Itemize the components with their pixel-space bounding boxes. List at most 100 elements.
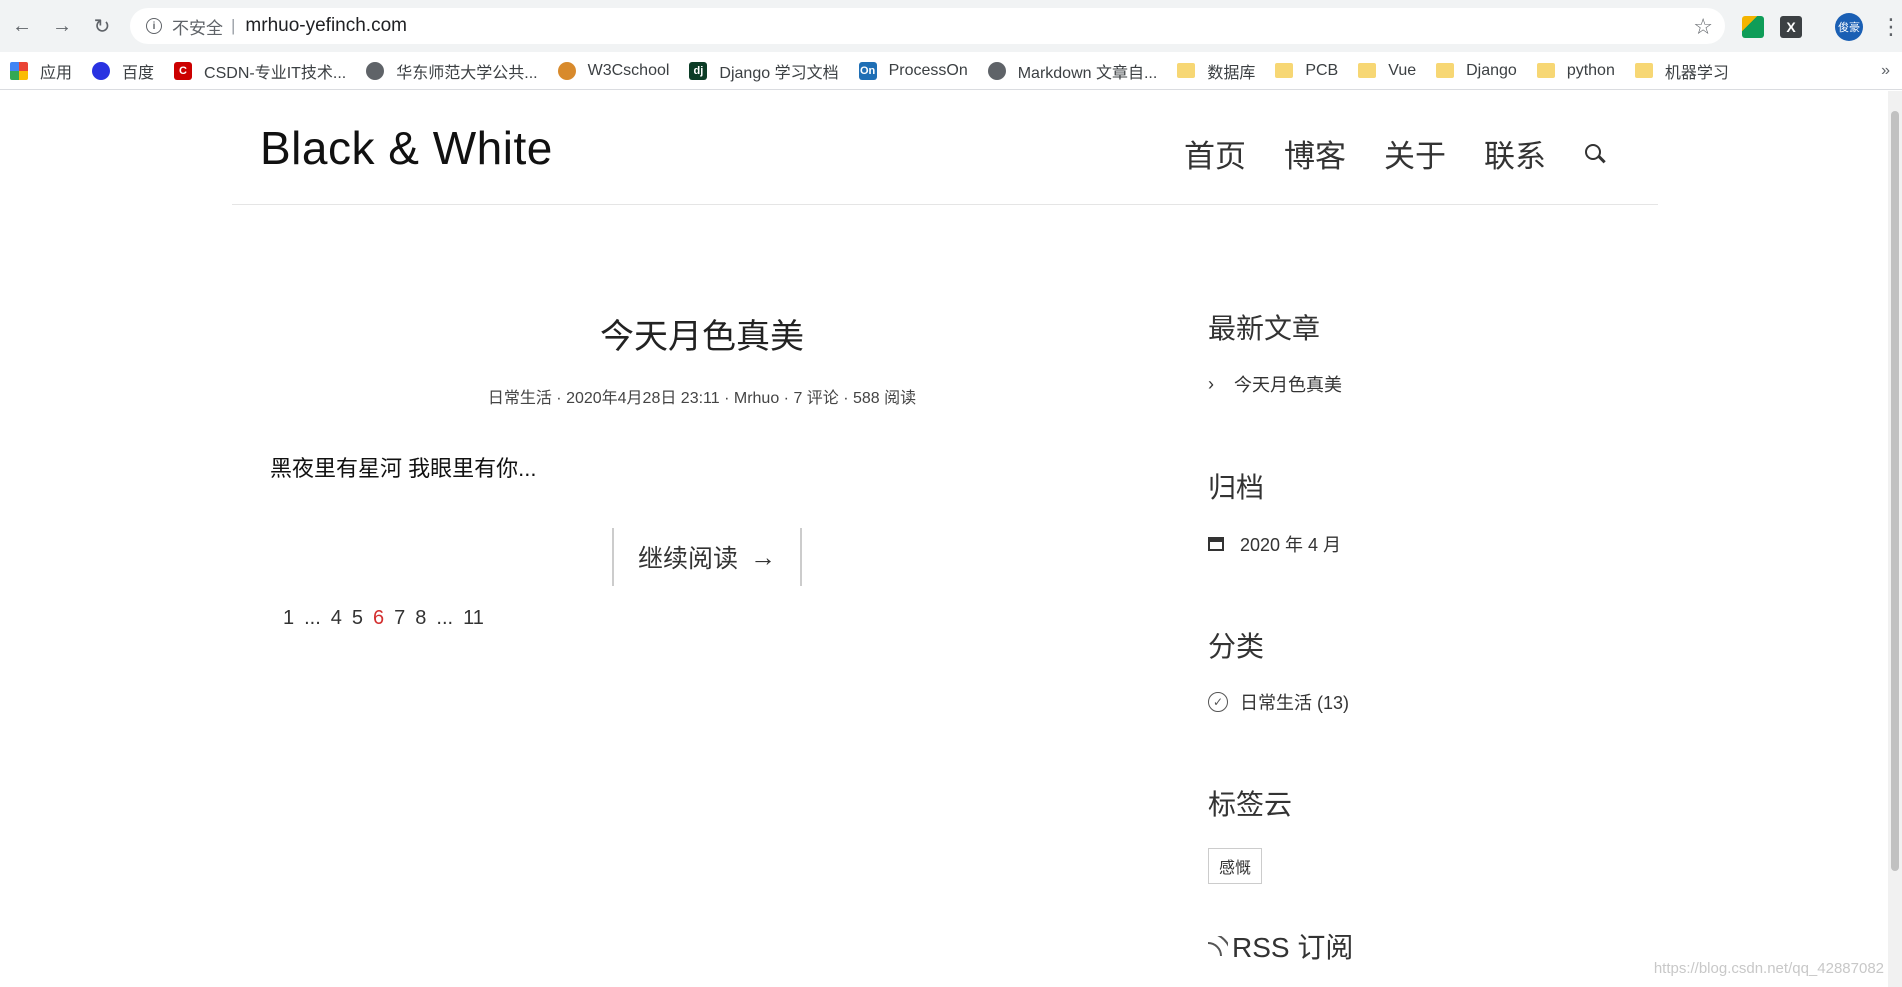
bookmark-csdn[interactable]: C CSDN-专业IT技术... [164,52,356,90]
bookmarks-overflow-button[interactable]: » [1881,52,1890,90]
check-circle-icon: ✓ [1208,692,1228,712]
arrow-right-icon: → [750,541,777,572]
page-link[interactable]: 1 [283,607,294,630]
nav-blog[interactable]: 博客 [1284,131,1346,176]
bookmark-label: Django [1466,61,1517,79]
post-meta: 日常生活 · 2020年4月28日 23:11 · Mrhuo · 7 评论 ·… [487,390,917,407]
forward-button[interactable]: → [48,12,76,40]
bookmark-markdown[interactable]: Markdown 文章自... [978,52,1168,90]
bookmark-label: ProcessOn [888,61,968,79]
page-viewport: Black & White 首页 博客 关于 联系 今天月色真美 日常生活 · … [0,91,1902,987]
info-icon[interactable]: i [146,18,162,34]
bookmark-folder-python[interactable]: python [1527,52,1625,90]
address-separator: | [231,16,236,35]
apps-icon [10,61,28,80]
site-title[interactable]: Black & White [260,121,553,175]
globe-icon [987,61,1006,80]
watermark: https://blog.csdn.net/qq_42887082 [1653,960,1884,977]
arrow-right-icon: → [52,14,72,37]
bookmark-folder-pcb[interactable]: PCB [1265,52,1348,90]
widget-title-categories: 分类 [1208,631,1265,662]
bookmark-folder-database[interactable]: 数据库 [1167,52,1265,90]
nav-about[interactable]: 关于 [1384,131,1446,176]
folder-icon [1177,63,1196,78]
widget-title-archive: 归档 [1208,472,1265,503]
page-link[interactable]: 5 [352,607,363,630]
folder-icon [1436,63,1455,78]
page-link[interactable]: 8 [415,607,426,630]
bookmark-baidu[interactable]: 百度 [82,52,164,90]
bookmark-folder-django[interactable]: Django [1426,52,1527,90]
page-ellipsis: ... [436,607,454,629]
bookmark-w3cschool[interactable]: W3Cschool [548,52,680,90]
menu-kebab-icon[interactable]: ⋮ [1880,14,1902,40]
latest-post-label: 今天月色真美 [1234,375,1342,395]
page-link[interactable]: 7 [394,607,405,630]
processon-icon: On [858,61,877,80]
bookmark-star-icon[interactable]: ☆ [1693,14,1713,40]
widget-title-tags: 标签云 [1208,789,1293,820]
search-icon[interactable] [1584,143,1606,165]
nav-home[interactable]: 首页 [1184,131,1246,176]
django-icon: dj [689,61,708,80]
post-excerpt: 黑夜里有星河 我眼里有你... [270,456,537,481]
bookmark-ecnu[interactable]: 华东师范大学公共... [356,52,547,90]
security-label: 不安全 [172,18,223,38]
scrollbar-thumb[interactable] [1891,111,1899,871]
reload-icon: ↻ [93,15,111,38]
site-nav: 首页 博客 关于 联系 [1146,131,1606,176]
extension-green-icon[interactable] [1742,16,1764,38]
w3cschool-icon [557,61,576,80]
nav-contact[interactable]: 联系 [1484,131,1546,176]
extension-dark-label: X [1786,19,1796,35]
bookmark-folder-vue[interactable]: Vue [1348,52,1426,90]
bookmark-label: 数据库 [1207,64,1256,82]
address-bar[interactable]: i 不安全 | mrhuo-yefinch.com ☆ [130,8,1725,44]
page-link[interactable]: 4 [331,607,342,630]
bookmark-label: python [1566,61,1615,79]
page-scrollbar[interactable] [1888,91,1902,987]
reload-button[interactable]: ↻ [88,12,116,40]
back-button[interactable]: ← [8,12,36,40]
page-current: 6 [373,607,385,629]
archive-link[interactable]: 2020 年 4 月 [1208,531,1341,557]
site-header: Black & White 首页 博客 关于 联系 [232,91,1658,205]
chevron-right-icon: › [1208,373,1214,394]
page-link[interactable]: 11 [463,607,484,630]
bookmark-label: CSDN-专业IT技术... [204,64,347,82]
category-label: 日常生活 (13) [1240,693,1350,713]
rss-label: RSS 订阅 [1232,932,1354,963]
bookmark-label: Django 学习文档 [719,64,839,82]
page-ellipsis: ... [304,607,321,629]
calendar-icon [1208,537,1224,551]
arrow-left-icon: ← [12,14,32,37]
bookmark-processon[interactable]: On ProcessOn [849,52,978,90]
rss-subscribe-link[interactable]: RSS 订阅 [1208,926,1353,966]
archive-label: 2020 年 4 月 [1240,535,1342,555]
extension-dark-icon[interactable]: X [1780,16,1802,38]
bookmark-label: W3Cschool [587,61,670,79]
bookmark-label: Markdown 文章自... [1017,64,1158,82]
browser-toolbar: ← → ↻ i 不安全 | mrhuo-yefinch.com ☆ X 俊豪 ⋮ [0,0,1902,52]
post-title[interactable]: 今天月色真美 [270,309,1134,358]
tag-chip[interactable]: 感慨 [1208,848,1263,884]
folder-icon [1634,63,1653,78]
bookmark-label: 应用 [40,64,73,82]
bookmark-folder-ml[interactable]: 机器学习 [1625,52,1739,90]
folder-icon [1275,63,1294,78]
read-more-label: 继续阅读 [638,545,739,573]
read-more-button[interactable]: 继续阅读 → [612,528,803,586]
widget-title-latest: 最新文章 [1208,313,1321,344]
bookmark-label: 华东师范大学公共... [396,64,538,82]
bookmark-django-docs[interactable]: dj Django 学习文档 [679,52,848,90]
csdn-icon: C [174,61,193,80]
pagination: 1 ... 4 5 6 7 8 ... 11 [283,607,494,630]
url-text[interactable]: mrhuo-yefinch.com [245,15,407,37]
bookmark-apps[interactable]: 应用 [0,52,82,90]
bookmark-label: 百度 [122,64,155,82]
profile-avatar[interactable]: 俊豪 [1835,13,1863,41]
bookmark-label: Vue [1388,61,1417,79]
category-link[interactable]: ✓ 日常生活 (13) [1208,689,1349,715]
folder-icon [1358,63,1377,78]
latest-post-link[interactable]: › 今天月色真美 [1208,371,1342,397]
